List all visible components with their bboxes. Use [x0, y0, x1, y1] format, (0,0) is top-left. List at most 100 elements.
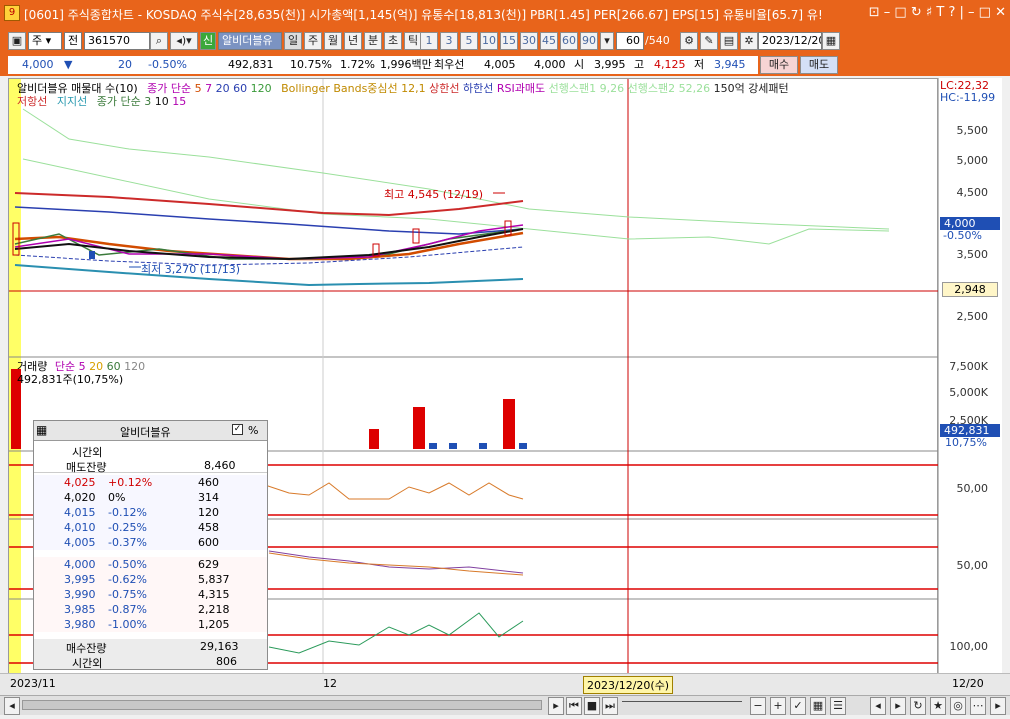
minimize-icon[interactable]: – — [968, 5, 975, 20]
tab-second[interactable]: 초 — [384, 32, 402, 50]
bid-price: 3,990 — [64, 588, 96, 601]
bid-qty: 1,205 — [198, 618, 230, 631]
screen-icon[interactable]: ▣ — [8, 32, 26, 50]
ask-remain-row: 매도잔량 8,460 — [34, 458, 267, 474]
new-listing-badge: 신 — [200, 32, 216, 50]
legend-ma-5: 5 — [194, 82, 202, 95]
settings-icon[interactable]: ⚙ — [680, 32, 698, 50]
help-icon[interactable]: ? — [948, 5, 955, 20]
interval-15[interactable]: 15 — [500, 32, 518, 50]
tab-minute[interactable]: 분 — [364, 32, 382, 50]
interval-5[interactable]: 5 — [460, 32, 478, 50]
refresh-icon[interactable]: ↻ — [911, 5, 922, 20]
tab-week[interactable]: 주 — [304, 32, 322, 50]
interval-1[interactable]: 1 — [420, 32, 438, 50]
bid-row[interactable]: 3,980 -1.00% 1,205 — [34, 617, 267, 632]
chart-icon[interactable]: ✓ — [790, 697, 806, 715]
tab-year[interactable]: 년 — [344, 32, 362, 50]
refresh-icon[interactable]: ↻ — [910, 697, 926, 715]
percent-checkbox[interactable]: ✓ — [232, 424, 243, 435]
end-icon[interactable]: ▸ — [990, 697, 1006, 715]
interval-30[interactable]: 30 — [520, 32, 538, 50]
calendar-icon[interactable]: ▦ — [822, 32, 840, 50]
restore-alt-icon[interactable]: □ — [894, 5, 906, 20]
marker-icon[interactable]: ◎ — [950, 697, 966, 715]
close-icon[interactable]: ✕ — [995, 5, 1006, 20]
turnover: 1.72% — [340, 58, 375, 71]
interval-45[interactable]: 45 — [540, 32, 558, 50]
scroll-track[interactable] — [22, 700, 542, 710]
scroll-right-icon[interactable]: ▸ — [548, 697, 564, 715]
tool-icon[interactable]: ✎ — [700, 32, 718, 50]
interval-10[interactable]: 10 — [480, 32, 498, 50]
orderbook-panel[interactable]: ▦ 알비더블유 ✓ % 시간외 매도잔량 8,460 매수잔량 29,163 시… — [33, 420, 268, 670]
bid-row[interactable]: 4,000 -0.50% 629 — [34, 557, 267, 572]
ask-row[interactable]: 4,010 -0.25% 458 — [34, 520, 267, 535]
ask-remain-value: 8,460 — [204, 459, 236, 472]
grid-icon[interactable]: ♯ — [926, 5, 932, 20]
down-arrow-icon: ▼ — [64, 58, 73, 71]
bid-qty: 629 — [198, 558, 219, 571]
trade-amount: 1,996백만 — [380, 58, 432, 71]
legend-lower: 하한선 — [463, 82, 494, 95]
indicator3-line — [268, 612, 524, 654]
star-icon[interactable]: ★ — [930, 697, 946, 715]
legend-upper: 상한선 — [429, 82, 460, 95]
bid-price: 3,980 — [64, 618, 96, 631]
x-label-left: 2023/11 — [10, 677, 56, 690]
zoom-out-icon[interactable]: − — [750, 697, 766, 715]
grid-toggle-icon[interactable]: ▦ — [810, 697, 826, 715]
sound-icon[interactable]: ◂)▾ — [170, 32, 198, 50]
zoom-in-icon[interactable]: + — [770, 697, 786, 715]
ask-qty: 600 — [198, 536, 219, 549]
ask-row[interactable]: 4,015 -0.12% 120 — [34, 505, 267, 520]
stop-icon[interactable]: ■ — [584, 697, 600, 715]
zoom-slider[interactable] — [622, 701, 742, 709]
prefix-box[interactable]: 전 — [64, 32, 82, 50]
bid-row[interactable]: 3,985 -0.87% 2,218 — [34, 602, 267, 617]
legend-price-2: 저항선 지지선 종가 단순 3 10 15 — [17, 93, 186, 109]
legend-ma2-label: 종가 단순 — [96, 95, 141, 108]
ask-row[interactable]: 4,005 -0.37% 600 — [34, 535, 267, 550]
period-select[interactable]: 주 ▾ — [28, 32, 62, 50]
save-icon[interactable]: ▤ — [720, 32, 738, 50]
orderbook-header: ▦ 알비더블유 ✓ % — [34, 421, 267, 441]
sell-button[interactable]: 매도 — [800, 56, 838, 74]
low-price: 3,945 — [714, 58, 746, 71]
tab-month[interactable]: 월 — [324, 32, 342, 50]
count-input[interactable]: 60 — [616, 32, 644, 50]
date-input[interactable]: 2023/12/20 — [758, 32, 822, 50]
volume: 492,831 — [228, 58, 274, 71]
config-icon[interactable]: ✲ — [740, 32, 758, 50]
interval-90[interactable]: 90 — [580, 32, 598, 50]
search-icon[interactable]: ⌕ — [150, 32, 168, 50]
interval-3[interactable]: 3 — [440, 32, 458, 50]
nav-left-icon[interactable]: ◂ — [870, 697, 886, 715]
scroll-left-icon[interactable]: ◂ — [4, 697, 20, 715]
text-icon[interactable]: T — [936, 5, 944, 20]
code-input[interactable]: 361570 — [84, 32, 150, 50]
ask-price: 4,020 — [64, 491, 96, 504]
stock-name[interactable]: 알비더블유 — [218, 32, 282, 50]
nav-right-icon[interactable]: ▸ — [890, 697, 906, 715]
pin-icon[interactable]: ⊡ — [869, 5, 880, 20]
list-icon[interactable]: ☰ — [830, 697, 846, 715]
ask-row[interactable]: 4,025 +0.12% 460 — [34, 475, 267, 490]
ask-row[interactable]: 4,020 0% 314 — [34, 490, 267, 505]
bid-row[interactable]: 3,990 -0.75% 4,315 — [34, 587, 267, 602]
first-icon[interactable]: ⏮ — [566, 697, 582, 715]
afterhours-bid-row: 시간외 806 — [34, 654, 267, 670]
title-bar: 9 [0601] 주식종합차트 - KOSDAQ 주식수[28,635(천)] … — [0, 0, 1010, 28]
maximize-icon[interactable]: □ — [979, 5, 991, 20]
bid-row[interactable]: 3,995 -0.62% 5,837 — [34, 572, 267, 587]
dots-icon[interactable]: ⋯ — [970, 697, 986, 715]
buy-button[interactable]: 매수 — [760, 56, 798, 74]
interval-60[interactable]: 60 — [560, 32, 578, 50]
interval-dropdown-icon[interactable]: ▾ — [600, 32, 614, 50]
minimize-alt-icon[interactable]: – — [884, 5, 891, 20]
tab-day[interactable]: 일 — [284, 32, 302, 50]
last-icon[interactable]: ⏭ — [602, 697, 618, 715]
indicator1-tick: 50,00 — [956, 482, 989, 495]
bid-price: 3,995 — [64, 573, 96, 586]
afterhours-bid-label: 시간외 — [72, 657, 103, 670]
